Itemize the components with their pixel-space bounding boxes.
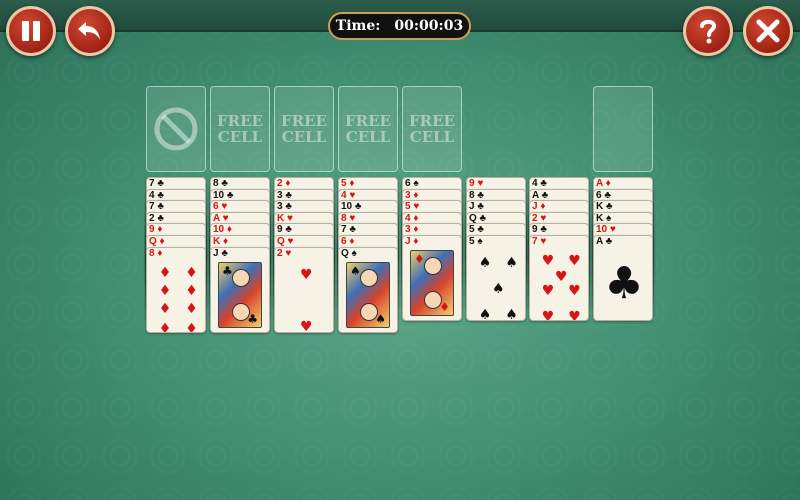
free-cell-2[interactable]: FREE CELL bbox=[274, 86, 334, 172]
suit-icon: ♦ bbox=[439, 300, 450, 314]
suit-icon: ♠ bbox=[492, 281, 505, 297]
free-cell-1[interactable]: FREE CELL bbox=[210, 86, 270, 172]
card-rank-suit: 2 ♥ bbox=[277, 247, 292, 259]
card-rank-suit: 5 ♠ bbox=[469, 236, 483, 247]
suit-icon: ♥ bbox=[541, 253, 555, 269]
playing-card[interactable]: J ♦ ♦ ♦ bbox=[402, 235, 462, 321]
suit-icon: ♠ bbox=[375, 311, 386, 326]
free-cell-label: FREE CELL bbox=[409, 112, 455, 146]
suit-icon: ♦ bbox=[185, 264, 198, 281]
card-rank-suit: Q ♠ bbox=[341, 247, 357, 259]
card-rank-suit: A ♣ bbox=[596, 236, 613, 247]
suit-icon: ♦ bbox=[414, 252, 425, 266]
question-mark-icon bbox=[700, 19, 717, 44]
suit-icon: ♥ bbox=[568, 283, 581, 299]
free-cell-label: FREE CELL bbox=[217, 112, 263, 146]
foundation-slot[interactable] bbox=[593, 86, 653, 172]
free-cell-3[interactable]: FREE CELL bbox=[338, 86, 398, 172]
card-face: ♣ ♣ bbox=[211, 260, 269, 332]
card-rank-suit: J ♣ bbox=[213, 247, 228, 259]
foundation-slot-disabled[interactable] bbox=[146, 86, 206, 172]
playing-card[interactable]: 2 ♥ ♥ ♥ bbox=[274, 246, 334, 333]
playing-card[interactable]: 5 ♠ ♠ ♠ ♠ ♠ ♠ bbox=[466, 235, 526, 321]
close-button[interactable] bbox=[743, 6, 793, 56]
free-cell-4[interactable]: FREE CELL bbox=[402, 86, 462, 172]
suit-icon: ♠ bbox=[350, 263, 361, 278]
pause-icon bbox=[22, 21, 40, 41]
suit-icon: ♥ bbox=[541, 309, 555, 321]
timer-label: Time: bbox=[335, 18, 381, 34]
playing-card[interactable]: 7 ♥ ♥ ♥ ♥ ♥ ♥ ♥ ♥ bbox=[529, 235, 589, 321]
suit-icon: ♦ bbox=[158, 264, 172, 281]
suit-icon: ♥ bbox=[568, 309, 581, 321]
card-rank-suit: 8 ♦ bbox=[149, 247, 163, 259]
card-face: ♥ ♥ bbox=[275, 260, 333, 333]
card-face: ♣ bbox=[594, 248, 652, 320]
suit-icon: ♥ bbox=[541, 283, 555, 299]
pause-button[interactable] bbox=[6, 6, 56, 56]
card-face: ♦ ♦ ♦ ♦ ♦ ♦ ♦ ♦ bbox=[147, 260, 205, 333]
card-rank-suit: 7 ♥ bbox=[532, 236, 547, 247]
playing-card[interactable]: J ♣ ♣ ♣ bbox=[210, 246, 270, 333]
x-close-icon bbox=[756, 19, 780, 43]
card-face: ♥ ♥ ♥ ♥ ♥ ♥ ♥ bbox=[530, 248, 588, 321]
suit-icon: ♣ bbox=[247, 311, 258, 326]
suit-icon: ♥ bbox=[555, 269, 568, 285]
suit-icon: ♣ bbox=[222, 263, 233, 278]
suit-icon: ♦ bbox=[185, 300, 198, 317]
playing-card[interactable]: Q ♠ ♠ ♠ bbox=[338, 246, 398, 333]
playing-card[interactable]: 8 ♦ ♦ ♦ ♦ ♦ ♦ ♦ ♦ ♦ bbox=[146, 246, 206, 333]
court-card-picture: ♣ ♣ bbox=[218, 261, 262, 328]
suit-icon: ♦ bbox=[185, 320, 198, 333]
card-rank-suit: J ♦ bbox=[405, 236, 419, 247]
playing-card[interactable]: A ♣ ♣ bbox=[593, 235, 653, 321]
suit-icon: ♥ bbox=[300, 318, 313, 333]
suit-icon: ♦ bbox=[185, 282, 198, 299]
suit-icon: ♦ bbox=[158, 300, 172, 317]
card-face: ♠ ♠ ♠ ♠ ♠ bbox=[467, 248, 525, 321]
free-cell-label: FREE CELL bbox=[345, 112, 391, 146]
card-face: ♠ ♠ bbox=[339, 260, 397, 332]
suit-icon: ♦ bbox=[158, 282, 172, 299]
felt-background bbox=[0, 0, 800, 500]
suit-icon: ♥ bbox=[568, 253, 581, 269]
court-head bbox=[232, 268, 250, 287]
suit-icon: ♦ bbox=[158, 320, 172, 333]
suit-icon: ♠ bbox=[505, 307, 518, 321]
suit-icon: ♣ bbox=[604, 258, 644, 309]
undo-button[interactable] bbox=[65, 6, 115, 56]
game-timer: Time: 00:00:03 bbox=[328, 12, 471, 40]
no-symbol-icon bbox=[154, 107, 198, 151]
court-head bbox=[360, 268, 378, 287]
timer-value: 00:00:03 bbox=[394, 18, 464, 34]
suit-icon: ♠ bbox=[478, 307, 492, 321]
card-face: ♦ ♦ bbox=[403, 248, 461, 320]
court-head bbox=[424, 257, 442, 275]
court-card-picture: ♠ ♠ bbox=[346, 261, 390, 328]
suit-icon: ♠ bbox=[505, 255, 518, 271]
court-card-picture: ♦ ♦ bbox=[410, 250, 454, 316]
suit-icon: ♥ bbox=[300, 266, 313, 283]
undo-arrow-icon bbox=[78, 22, 100, 40]
help-button[interactable] bbox=[683, 6, 733, 56]
free-cell-label: FREE CELL bbox=[281, 112, 327, 146]
suit-icon: ♠ bbox=[478, 255, 492, 271]
